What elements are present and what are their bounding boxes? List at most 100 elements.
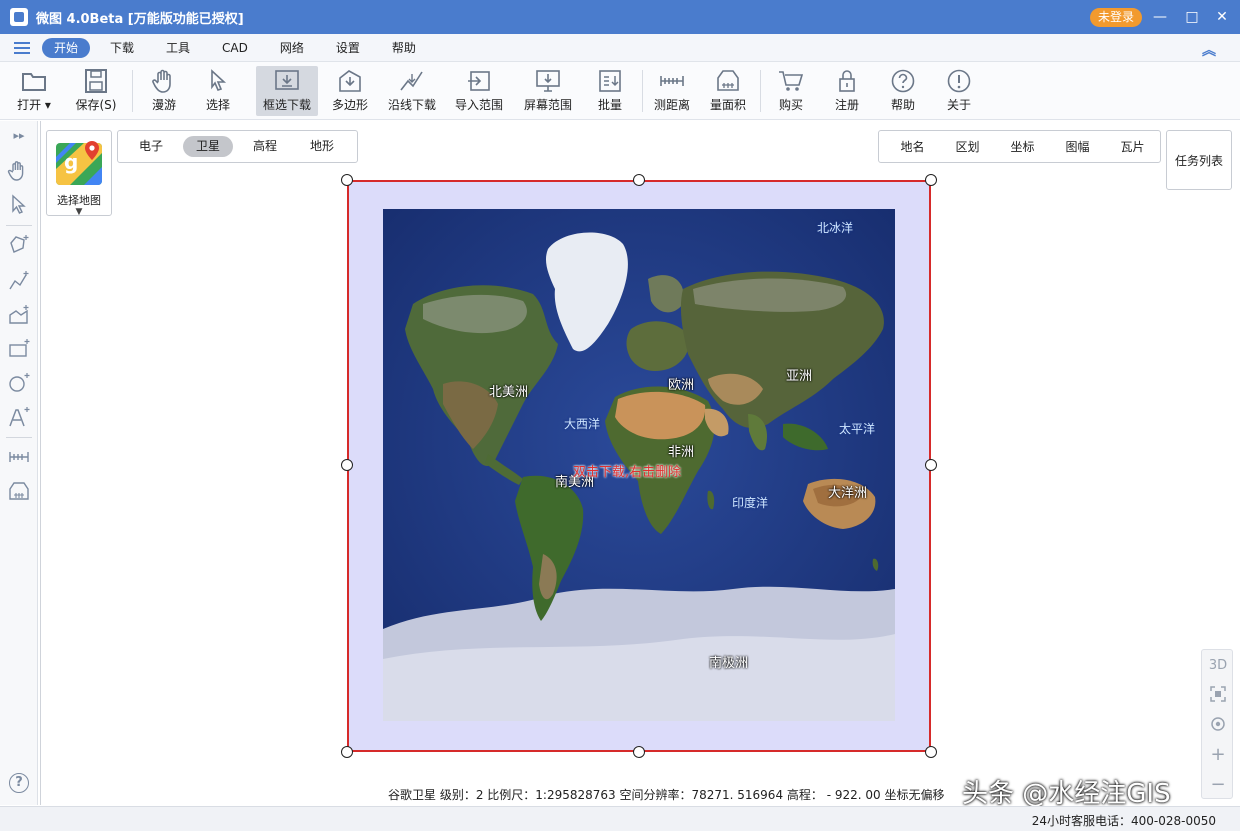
help-button[interactable]: 帮助 — [873, 66, 933, 116]
pan-label: 漫游 — [151, 98, 176, 112]
measure-distance-label: 测距离 — [653, 98, 690, 112]
pan-button[interactable]: 漫游 — [134, 66, 194, 116]
cursor-icon — [211, 69, 227, 91]
menu-item-settings[interactable]: 设置 — [324, 38, 372, 58]
monitor-icon — [536, 70, 560, 92]
layer-admin-division[interactable]: 区划 — [940, 138, 995, 155]
draw-rectangle-icon[interactable] — [7, 337, 31, 361]
window-title: 微图 4.0Beta [万能版功能已授权] — [36, 11, 244, 27]
batch-icon — [599, 70, 621, 92]
hand-icon[interactable] — [7, 159, 31, 183]
menu-item-network[interactable]: 网络 — [268, 38, 316, 58]
layer-map-sheet[interactable]: 图幅 — [1050, 138, 1105, 155]
left-tool-strip: ▸▸ — [0, 121, 38, 805]
select-label: 选择 — [205, 98, 230, 112]
label-indian-ocean: 印度洋 — [732, 496, 769, 510]
app-logo-icon — [10, 8, 28, 26]
import-range-button[interactable]: 导入范围 — [449, 66, 509, 116]
line-icon — [400, 71, 423, 91]
screen-range-button[interactable]: 屏幕范围 — [518, 66, 578, 116]
import-range-label: 导入范围 — [454, 98, 503, 112]
polygon-icon — [339, 70, 361, 92]
buy-button[interactable]: 购买 — [761, 66, 821, 116]
collapse-ribbon-icon[interactable]: ︽ — [1202, 40, 1216, 60]
map-type-vector[interactable]: 电子 — [126, 136, 176, 157]
measure-area-button[interactable]: 量面积 — [698, 66, 758, 116]
task-list-button[interactable]: 任务列表 — [1166, 130, 1232, 190]
selection-hint: 双击下载,右击删除 — [573, 465, 682, 480]
cursor-icon[interactable] — [7, 193, 31, 217]
locate-icon[interactable] — [1210, 716, 1226, 732]
ruler-icon[interactable] — [7, 445, 31, 469]
draw-polygon-icon[interactable] — [7, 233, 31, 257]
dropdown-arrow-icon: ▾ — [41, 98, 51, 112]
measure-distance-button[interactable]: 测距离 — [642, 66, 702, 116]
select-map-label: 选择地图 — [57, 194, 101, 207]
menu-item-tools[interactable]: 工具 — [154, 38, 202, 58]
ruler-icon — [660, 76, 684, 86]
folder-icon — [22, 73, 46, 91]
resize-handle-right[interactable] — [925, 459, 937, 471]
resize-handle-top-left[interactable] — [341, 174, 353, 186]
left-separator — [6, 437, 32, 438]
layer-tile[interactable]: 瓦片 — [1105, 138, 1160, 155]
question-icon — [891, 69, 915, 93]
menu-item-cad[interactable]: CAD — [210, 38, 260, 58]
minimize-button[interactable]: — — [1148, 6, 1172, 28]
menu-item-help[interactable]: 帮助 — [380, 38, 428, 58]
box-download-icon — [275, 70, 299, 90]
hamburger-menu-icon[interactable] — [14, 39, 30, 57]
measure-area-label: 量面积 — [709, 98, 746, 112]
select-map-button[interactable]: g 选择地图 ▼ — [46, 130, 112, 217]
map-controls: 3D + − — [1201, 649, 1233, 799]
layer-coordinate[interactable]: 坐标 — [995, 138, 1050, 155]
expand-panel-icon[interactable]: ▸▸ — [7, 129, 31, 153]
help-label: 帮助 — [890, 98, 915, 112]
layer-placename[interactable]: 地名 — [885, 138, 940, 155]
label-asia: 亚洲 — [786, 369, 813, 384]
resize-handle-bottom[interactable] — [633, 746, 645, 758]
polygon-button[interactable]: 多边形 — [320, 66, 380, 116]
save-button[interactable]: 保存(S) — [66, 66, 126, 116]
resize-handle-bottom-right[interactable] — [925, 746, 937, 758]
label-europe: 欧洲 — [668, 378, 695, 393]
help-circle-icon[interactable]: ? — [9, 773, 29, 793]
about-button[interactable]: 关于 — [929, 66, 989, 116]
login-button[interactable]: 未登录 — [1089, 8, 1142, 27]
draw-circle-icon[interactable] — [7, 371, 31, 395]
zoom-out-button[interactable]: − — [1202, 774, 1234, 795]
area-icon — [717, 70, 739, 91]
resize-handle-top-right[interactable] — [925, 174, 937, 186]
draw-line-icon[interactable] — [7, 269, 31, 293]
fullscreen-icon[interactable] — [1210, 686, 1226, 702]
resize-handle-bottom-left[interactable] — [341, 746, 353, 758]
ribbon-toolbar: 打开 ▾ 保存(S) 漫游 选择 框选下载 多边形 沿线下载 导入范围 屏幕范围… — [0, 62, 1240, 120]
lock-icon — [839, 70, 855, 92]
box-download-button[interactable]: 框选下载 — [256, 66, 318, 116]
area-icon[interactable] — [7, 479, 31, 503]
map-type-elevation[interactable]: 高程 — [240, 136, 290, 157]
3d-toggle-button[interactable]: 3D — [1202, 658, 1234, 673]
polygon-label: 多边形 — [331, 98, 368, 112]
resize-handle-left[interactable] — [341, 459, 353, 471]
select-button[interactable]: 选择 — [188, 66, 248, 116]
draw-area-icon[interactable] — [7, 303, 31, 327]
menu-item-start[interactable]: 开始 — [42, 37, 91, 58]
maximize-button[interactable]: □ — [1180, 6, 1204, 28]
about-label: 关于 — [946, 98, 971, 112]
floppy-icon — [85, 69, 107, 93]
resize-handle-top[interactable] — [633, 174, 645, 186]
watermark-text: 头条 @水经注GIS — [962, 779, 1171, 809]
map-type-satellite[interactable]: 卫星 — [183, 136, 234, 157]
menu-item-download[interactable]: 下载 — [98, 38, 146, 58]
buy-label: 购买 — [778, 98, 803, 112]
batch-button[interactable]: 批量 — [580, 66, 640, 116]
line-download-button[interactable]: 沿线下载 — [382, 66, 442, 116]
register-button[interactable]: 注册 — [817, 66, 877, 116]
zoom-in-button[interactable]: + — [1202, 744, 1234, 765]
close-button[interactable]: ✕ — [1210, 6, 1234, 28]
label-oceania: 大洋洲 — [828, 486, 868, 501]
open-button[interactable]: 打开 ▾ — [8, 66, 60, 116]
add-text-icon[interactable] — [7, 405, 31, 429]
map-type-terrain[interactable]: 地形 — [297, 136, 347, 157]
